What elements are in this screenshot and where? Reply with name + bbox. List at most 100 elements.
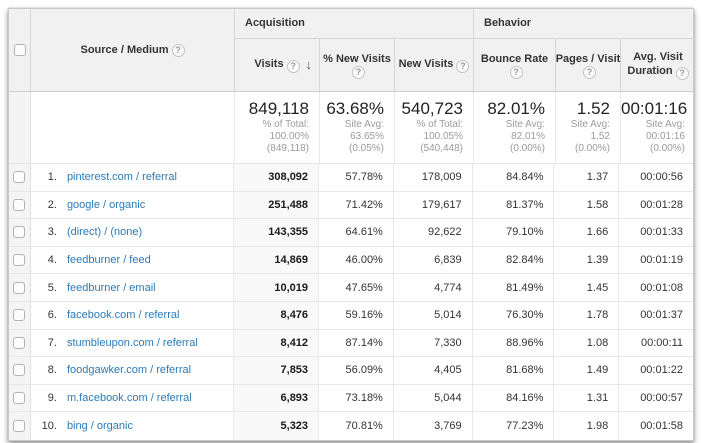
row-checkbox-cell [9,357,31,384]
summary-subtext: 100.05% [395,131,463,143]
summary-subtext: Site Avg: [320,119,384,131]
source-link[interactable]: foodgawker.com / referral [67,364,191,376]
table-row: 2.google / organic 251,488 71.42% 179,61… [9,192,693,220]
row-checkbox[interactable] [13,226,25,238]
visits-cell: 5,323 [234,412,319,440]
row-index: 5. [31,282,57,294]
avg-duration-cell: 00:01:37 [619,302,693,329]
source-cell: 5. feedburner / email [31,274,234,301]
column-header-source-medium[interactable]: Source / Medium ? [31,9,235,91]
source-cell: 8.foodgawker.com / referral [31,357,234,384]
summary-pct-new-value: 63.68% [320,99,384,119]
table-row: 5.feedburner / email 10,019 47.65% 4,774… [9,274,693,302]
pct-new-visits-cell: 57.78% [319,164,394,191]
new-visits-cell: 5,044 [394,385,473,412]
row-checkbox[interactable] [13,171,25,183]
summary-subtext: (0.00%) [621,143,685,155]
source-link[interactable]: pinterest.com / referral [67,171,177,183]
row-checkbox[interactable] [13,254,25,266]
pct-new-visits-cell: 47.65% [319,274,394,301]
summary-subtext: (0.00%) [474,143,545,155]
source-cell: 4. feedburner / feed [31,247,234,274]
row-checkbox-cell [9,302,31,329]
row-checkbox[interactable] [13,337,25,349]
pages-visit-cell: 1.78 [554,302,619,329]
source-link[interactable]: facebook.com / referral [67,309,180,321]
visits-cell: 308,092 [234,164,319,191]
column-header-pages-visit[interactable]: Pages / Visit ? [556,39,621,91]
pct-new-visits-cell: 64.61% [319,219,394,246]
help-icon[interactable]: ? [287,60,300,73]
help-icon[interactable]: ? [352,66,365,79]
bounce-rate-cell: 88.96% [473,330,555,357]
new-visits-cell: 7,330 [394,330,473,357]
avg-duration-cell: 00:00:57 [619,385,693,412]
help-icon[interactable]: ? [583,66,596,79]
pages-visit-cell: 1.31 [554,385,619,412]
visits-cell: 8,412 [234,330,319,357]
avg-duration-cell: 00:01:58 [619,412,693,440]
row-checkbox-cell [9,274,31,301]
visits-cell: 143,355 [234,219,319,246]
avg-duration-cell: 00:00:11 [619,330,693,357]
row-checkbox[interactable] [13,309,25,321]
help-icon[interactable]: ? [456,60,469,73]
column-header-avg-duration[interactable]: Avg. Visit Duration? [621,39,695,91]
row-index: 4. [31,254,57,266]
visits-cell: 7,853 [234,357,319,384]
summary-subtext: % of Total: [235,119,309,131]
pct-new-visits-cell: 46.00% [319,247,394,274]
column-header-new-visits[interactable]: New Visits? [395,39,474,91]
source-link[interactable]: feedburner / feed [67,254,151,266]
summary-subtext: (540,448) [395,143,463,155]
summary-subtext: (0.05%) [320,143,384,155]
visits-cell: 6,893 [234,385,319,412]
row-checkbox[interactable] [13,420,25,432]
source-link[interactable]: google / organic [67,199,145,211]
source-link[interactable]: bing / organic [67,420,133,432]
source-link[interactable]: m.facebook.com / referral [67,392,192,404]
row-checkbox-cell [9,164,31,191]
help-icon[interactable]: ? [510,66,523,79]
column-header-bounce-rate[interactable]: Bounce Rate ? [474,39,556,91]
summary-pages-value: 1.52 [556,99,610,119]
column-header-pct-new-visits[interactable]: % New Visits ? [320,39,395,91]
summary-visits-value: 849,118 [235,99,309,119]
row-checkbox[interactable] [13,282,25,294]
table-row: 6.facebook.com / referral 8,476 59.16% 5… [9,302,693,330]
sort-descending-icon[interactable]: ↓ [306,58,313,72]
row-checkbox-cell [9,219,31,246]
source-link[interactable]: feedburner / email [67,282,156,294]
summary-visits: 849,118 % of Total: 100.00% (849,118) [235,92,320,163]
row-index: 10. [31,420,57,432]
summary-source-cell [31,92,235,163]
summary-new-visits: 540,723 % of Total: 100.05% (540,448) [395,92,474,163]
summary-checkbox-cell [9,92,31,163]
source-link[interactable]: stumbleupon.com / referral [67,337,198,349]
visits-cell: 14,869 [234,247,319,274]
summary-row: 849,118 % of Total: 100.00% (849,118) 63… [9,92,693,164]
summary-subtext: 100.00% [235,131,309,143]
summary-subtext: Site Avg: [474,119,545,131]
column-header-visits[interactable]: Visits? ↓ [235,39,320,91]
source-cell: 6.facebook.com / referral [31,302,234,329]
row-checkbox[interactable] [13,364,25,376]
help-icon[interactable]: ? [676,67,689,80]
pct-new-visits-cell: 59.16% [319,302,394,329]
group-header-behavior: Behavior [474,9,695,38]
group-header-acquisition: Acquisition [235,9,474,38]
source-link[interactable]: (direct) / (none) [67,226,142,238]
bounce-rate-cell: 84.16% [473,385,555,412]
summary-avg-duration: 00:01:16 Site Avg: 00:01:16 (0.00%) [621,92,695,163]
help-icon[interactable]: ? [172,44,185,57]
row-checkbox[interactable] [13,199,25,211]
table-row: 3.(direct) / (none) 143,355 64.61% 92,62… [9,219,693,247]
summary-subtext: 82.01% [474,131,545,143]
summary-duration-value: 00:01:16 [621,99,685,119]
bounce-rate-cell: 76.30% [473,302,555,329]
row-checkbox[interactable] [13,392,25,404]
bounce-rate-cell: 82.84% [473,247,555,274]
analytics-report-canvas: Source / Medium ? Acquisition Behavior V… [0,0,701,443]
summary-subtext: Site Avg: [556,119,610,131]
select-all-checkbox[interactable] [14,44,26,56]
